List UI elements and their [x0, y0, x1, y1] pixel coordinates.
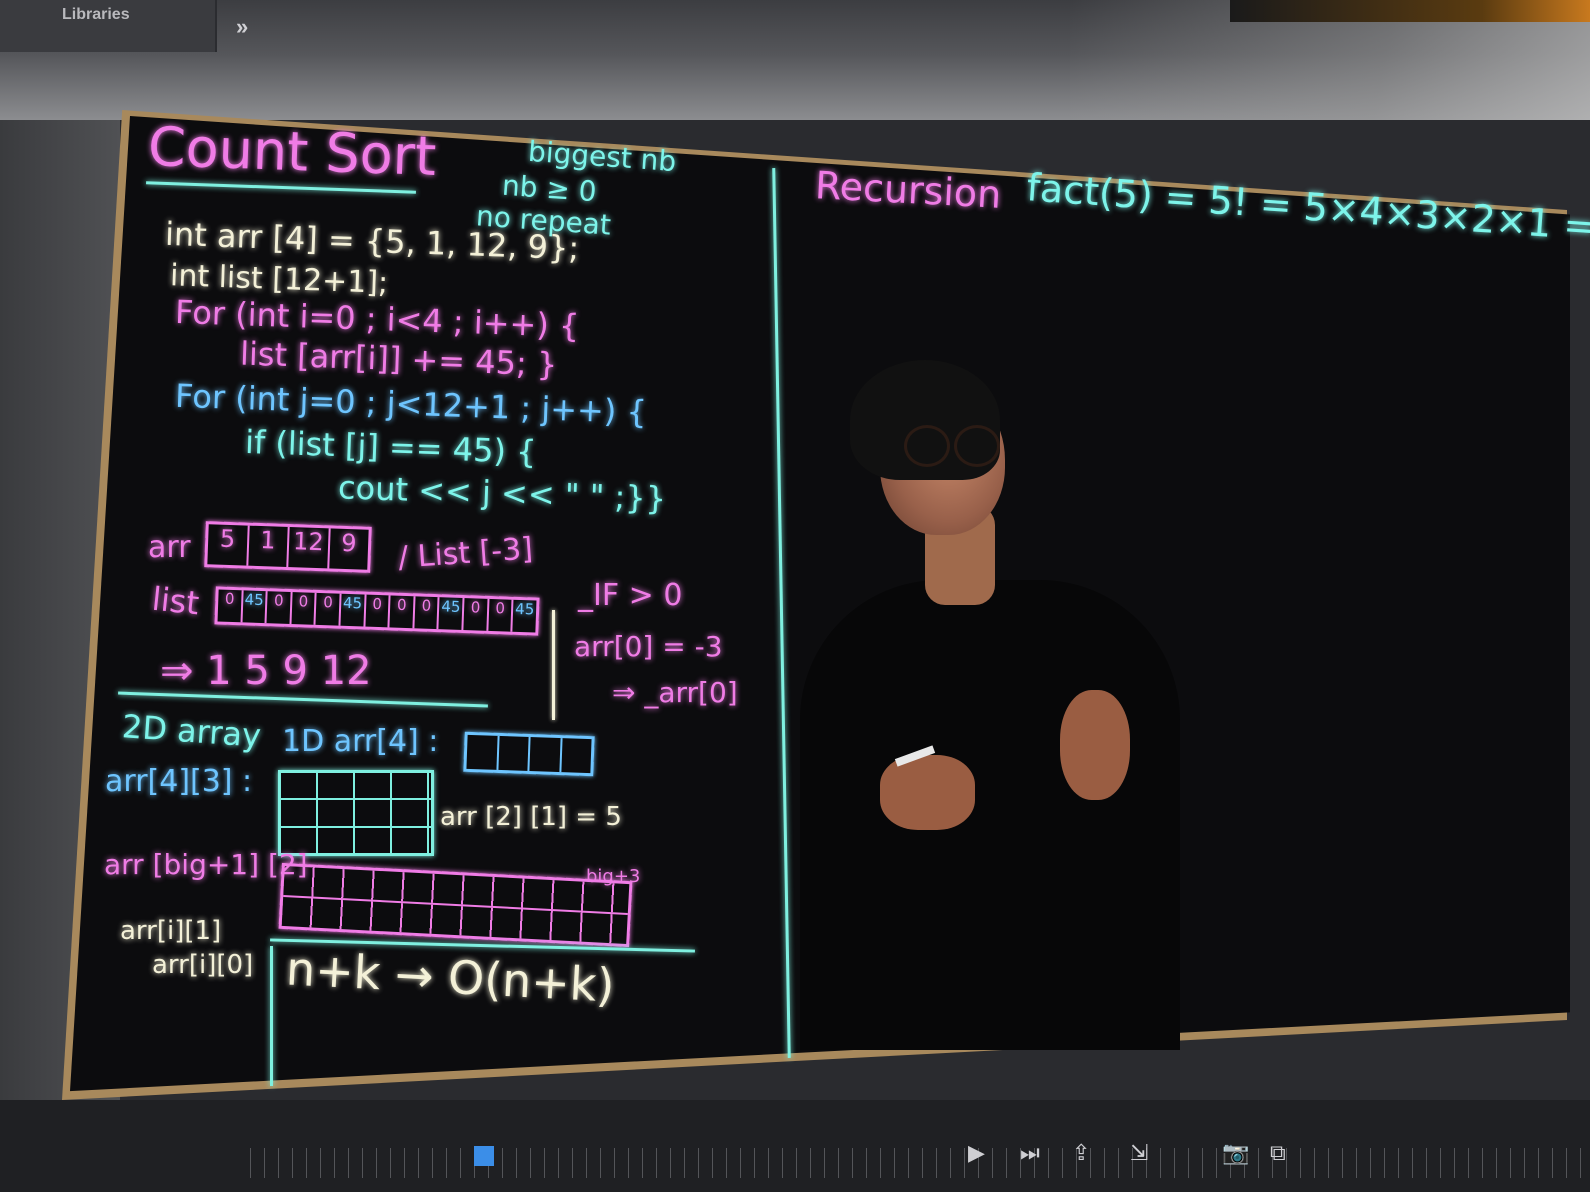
one-d-array-label: 1D arr[4] : — [282, 724, 439, 759]
grid-cell — [561, 738, 592, 773]
grid-cell — [529, 737, 563, 773]
arr-i-1: arr[i][1] — [120, 916, 222, 946]
extract-icon[interactable]: ⇲ — [1130, 1140, 1148, 1166]
list-cell: 0 — [488, 598, 514, 632]
complexity-box-left — [270, 946, 273, 1086]
arr-grid: 5 1 12 9 — [204, 521, 372, 573]
chevrons-right-icon[interactable]: » — [236, 14, 248, 40]
compare-icon[interactable]: ⧉ — [1270, 1140, 1286, 1166]
glasses-lens — [954, 425, 1000, 467]
camera-icon[interactable]: 📷 — [1222, 1140, 1249, 1166]
libraries-panel-tab[interactable]: Libraries — [0, 0, 217, 52]
playhead-marker[interactable] — [474, 1146, 494, 1166]
arr-cell: 5 — [207, 524, 250, 566]
short-divider — [552, 610, 555, 720]
grid-cell — [466, 734, 500, 770]
list-cell: 0 — [217, 589, 244, 623]
lift-icon[interactable]: ⇪ — [1072, 1140, 1090, 1166]
arr-cell: 1 — [247, 525, 290, 568]
one-d-array-grid — [463, 731, 595, 777]
presenter-hand-right — [1060, 690, 1130, 800]
list-cell: 45 — [438, 597, 465, 631]
arr-big-label: arr [big+1] [2] — [104, 848, 308, 881]
list-cell: 0 — [266, 591, 293, 625]
list-cell: 0 — [291, 592, 318, 625]
presenter-glasses — [900, 425, 1000, 467]
list-cell: 0 — [389, 595, 416, 629]
list-cell: 0 — [315, 592, 342, 626]
glasses-lens — [904, 425, 950, 467]
arr-i-0: arr[i][0] — [152, 950, 254, 980]
list-cell: 45 — [242, 590, 268, 624]
grid-cell — [497, 735, 531, 772]
arr-cell: 12 — [288, 527, 331, 569]
board-title-count-sort: Count Sort — [146, 114, 438, 189]
arr-label: arr — [148, 530, 191, 565]
monitor-edge-strip — [1230, 0, 1590, 22]
if-note: _IF > 0 — [578, 578, 683, 613]
arr-2-1-assign: arr [2] [1] = 5 — [440, 802, 622, 832]
sorted-result: ⇒ 1 5 9 12 — [160, 648, 372, 694]
play-icon[interactable]: ▶ — [968, 1140, 985, 1166]
two-d-arr-dims: arr[4][3] : — [105, 764, 253, 799]
grid-row — [281, 773, 431, 801]
list-cell: 0 — [463, 598, 490, 631]
list-cell: 45 — [514, 599, 535, 619]
presenter-hand-left — [880, 755, 975, 830]
presenter-shirt — [800, 580, 1180, 1050]
arr-negative: arr[0] = -3 — [574, 630, 723, 663]
libraries-tab-label: Libraries — [62, 6, 130, 23]
grid-row — [281, 800, 431, 828]
arr-cell: 9 — [340, 528, 358, 558]
list-cell: 45 — [340, 593, 367, 627]
list-cell: 0 — [414, 596, 441, 630]
arr-negative-result: ⇒ _arr[0] — [612, 676, 738, 709]
timeline-ruler[interactable] — [250, 1148, 1590, 1178]
list-cell: 0 — [365, 594, 391, 628]
list-label: list — [150, 579, 201, 623]
step-icon[interactable]: ⏭ — [1020, 1140, 1040, 1166]
two-d-array-grid — [278, 770, 434, 856]
timeline-panel — [0, 1100, 1590, 1192]
